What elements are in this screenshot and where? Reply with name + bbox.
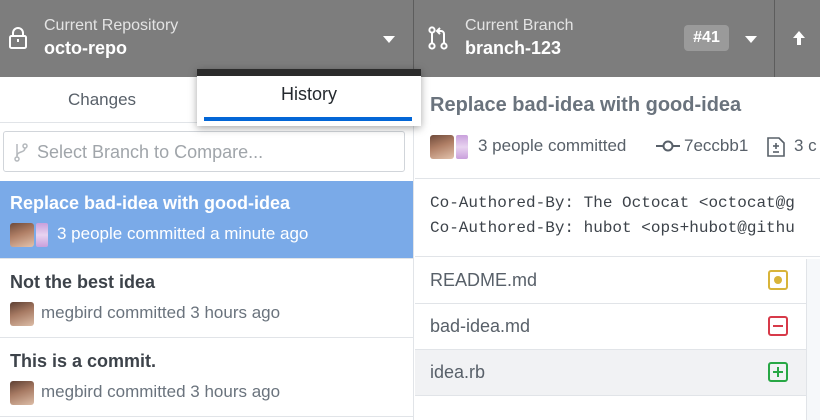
compare-branch-placeholder: Select Branch to Compare... — [37, 142, 264, 162]
changed-files-count: 3 c — [794, 136, 817, 155]
avatar — [10, 381, 34, 405]
tab-history[interactable]: History — [197, 69, 421, 126]
file-list-item[interactable]: idea.rb — [415, 350, 806, 396]
git-branch-icon — [14, 143, 28, 162]
compare-branch-input[interactable]: Select Branch to Compare... — [3, 131, 405, 172]
current-branch-label: Current Branch — [465, 17, 574, 34]
commit-detail-authors: 3 people committed — [478, 136, 627, 155]
file-list-item[interactable]: bad-idea.md — [415, 304, 806, 350]
file-added-icon — [768, 362, 788, 382]
git-commit-icon — [656, 140, 680, 152]
chevron-down-icon — [383, 36, 395, 43]
commit-list-item[interactable]: This is a commit. megbird committed 3 ho… — [0, 339, 413, 417]
commit-detail-pane: Replace bad-idea with good-idea 3 people… — [415, 77, 820, 420]
git-pull-request-icon — [428, 26, 448, 50]
file-list-item[interactable]: README.md — [415, 258, 806, 304]
pull-request-badge[interactable]: #41 — [684, 25, 729, 51]
commit-summary: This is a commit. — [10, 351, 157, 371]
current-repository-label: Current Repository — [44, 17, 179, 34]
commit-meta: 3 people committed a minute ago — [57, 224, 309, 243]
commit-list-item[interactable]: Replace bad-idea with good-idea 3 people… — [0, 181, 413, 259]
file-deleted-icon — [768, 316, 788, 336]
tab-history-label: History — [280, 84, 337, 104]
file-name: idea.rb — [430, 362, 486, 382]
tab-selected-indicator — [204, 117, 412, 121]
avatar — [430, 135, 454, 159]
commit-detail-summary: Replace bad-idea with good-idea — [430, 94, 742, 116]
commit-description: Co-Authored-By: The Octocat <octocat@g C… — [415, 178, 820, 257]
app-toolbar: Current Repository octo-repo Current Bra… — [0, 0, 820, 77]
current-repository-button[interactable]: Current Repository octo-repo — [0, 0, 413, 77]
commit-sha[interactable]: 7eccbb1 — [684, 136, 748, 156]
file-name: README.md — [430, 270, 538, 290]
file-modified-icon — [768, 270, 788, 290]
commit-description-line: Co-Authored-By: The Octocat <octocat@g — [430, 194, 795, 212]
commit-list-item[interactable]: Not the best idea megbird committed 3 ho… — [0, 260, 413, 338]
diff-icon — [767, 137, 785, 157]
tab-changes[interactable]: Changes — [0, 77, 204, 122]
repo-lock-icon — [9, 27, 27, 49]
sidebar: Changes Select Branch to Compare... Repl… — [0, 77, 414, 420]
commit-meta: megbird committed 3 hours ago — [41, 303, 281, 322]
diff-scrollbar[interactable] — [806, 259, 820, 420]
current-repository-value: octo-repo — [44, 38, 127, 58]
avatar — [10, 302, 34, 326]
commit-meta: megbird committed 3 hours ago — [41, 382, 281, 401]
commit-description-line: Co-Authored-By: hubot <ops+hubot@githu — [430, 219, 795, 237]
avatar — [36, 223, 48, 247]
chevron-down-icon — [745, 36, 757, 43]
commit-summary: Replace bad-idea with good-idea — [10, 193, 291, 213]
avatar — [10, 223, 34, 247]
file-name: bad-idea.md — [430, 316, 531, 336]
avatar — [456, 135, 468, 159]
arrow-up-icon — [793, 31, 805, 45]
current-branch-value: branch-123 — [465, 38, 562, 58]
push-button[interactable] — [775, 0, 820, 77]
commit-detail-meta: 3 people committed 7eccbb1 3 c — [430, 134, 820, 160]
commit-summary: Not the best idea — [10, 272, 156, 292]
